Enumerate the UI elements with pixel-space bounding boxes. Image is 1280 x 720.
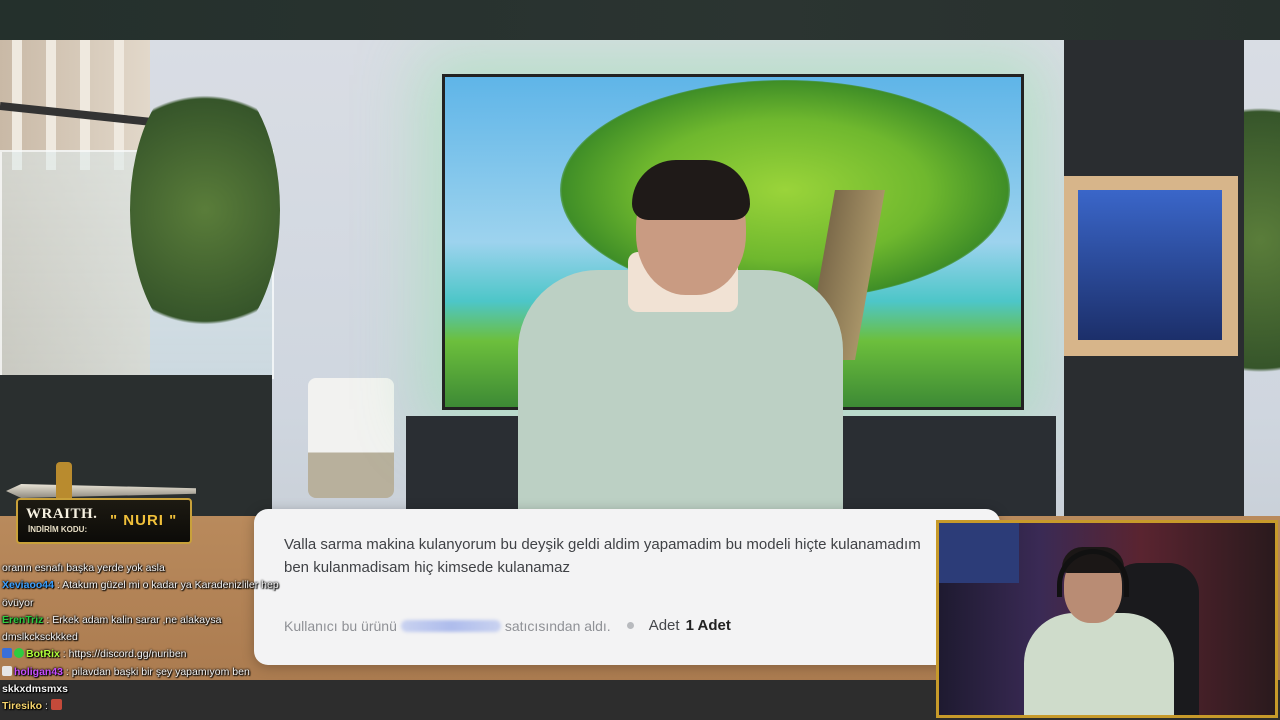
chat-username: Xeviaoo44	[2, 579, 54, 592]
chess-badge-icon	[2, 665, 12, 676]
streamer-webcam	[936, 520, 1278, 718]
chat-overlay: oranın esnafı başka yerde yok asla Xevia…	[2, 560, 292, 716]
mod-badge-icon	[2, 648, 12, 659]
plant	[130, 70, 280, 350]
chat-text: skkxdmsmxs	[2, 683, 68, 696]
verified-badge-icon	[14, 648, 24, 659]
chat-username: Tiresiko	[2, 700, 43, 713]
chat-message: BotRix : https://discord.gg/nuriben	[2, 646, 292, 663]
sponsor-promo: WRAITH. İNDİRİM KODU: " NURI "	[6, 462, 196, 544]
quantity-value: 1 Adet	[685, 617, 731, 634]
sponsor-brand: WRAITH.	[26, 506, 98, 522]
chat-message: skkxdmsmxs	[2, 681, 292, 698]
chat-separator: :	[43, 613, 53, 626]
chat-text: pilavdan başki bir şey yapamıyom ben	[71, 665, 250, 678]
chat-message: ErenTriz : Erkek adam kalin sarar ,ne al…	[2, 612, 292, 647]
redacted-seller-name	[400, 619, 501, 632]
product-review-card: Valla sarma makina kulanyorum bu deyşik …	[254, 509, 1000, 665]
hair	[632, 160, 750, 220]
chat-message: oranın esnafı başka yerde yok asla	[2, 560, 292, 577]
chat-message: Xeviaoo44 : Atakum güzel mi o kadar ya K…	[2, 577, 292, 612]
air-purifier	[308, 378, 394, 498]
purchase-prefix: Kullanıcı bu ürünü	[284, 617, 397, 634]
separator-dot	[626, 622, 634, 629]
stream-top-bar	[0, 0, 1280, 40]
webcam-background-shelf	[939, 523, 1019, 583]
sword-icon	[6, 484, 196, 498]
quantity-label: Adet	[648, 617, 680, 634]
discount-code-label: İNDİRİM KODU:	[28, 525, 88, 534]
chat-separator: :	[59, 648, 69, 661]
chat-message: Tiresiko :	[2, 698, 292, 715]
chat-text: https://discord.gg/nuriben	[68, 648, 187, 661]
person-on-video	[518, 160, 843, 540]
streamer-hoodie	[1024, 613, 1174, 715]
display-shelf-interior	[1078, 190, 1222, 340]
chat-username: ErenTriz	[2, 613, 44, 626]
chat-username: holigan43	[14, 665, 64, 678]
emote-icon	[50, 699, 62, 711]
chat-separator: :	[63, 665, 72, 678]
chat-text: oranın esnafı başka yerde yok asla	[2, 562, 165, 574]
chat-username: BotRix	[26, 648, 60, 661]
purchase-suffix: satıcısından aldı.	[504, 617, 611, 634]
review-footer: Kullanıcı bu ürünü satıcısından aldı. Ad…	[284, 617, 731, 634]
chat-message: holigan43 : pilavdan başki bir şey yapam…	[2, 664, 292, 681]
review-line-1: Valla sarma makina kulanyorum bu deyşik …	[284, 536, 921, 553]
chat-separator: :	[42, 700, 51, 713]
chat-separator: :	[53, 579, 63, 592]
review-line-2: ben kulanmadisam hiç kimsede kulanamaz	[284, 559, 570, 576]
review-text: Valla sarma makina kulanyorum bu deyşik …	[284, 533, 984, 579]
discount-code: " NURI "	[110, 512, 178, 529]
